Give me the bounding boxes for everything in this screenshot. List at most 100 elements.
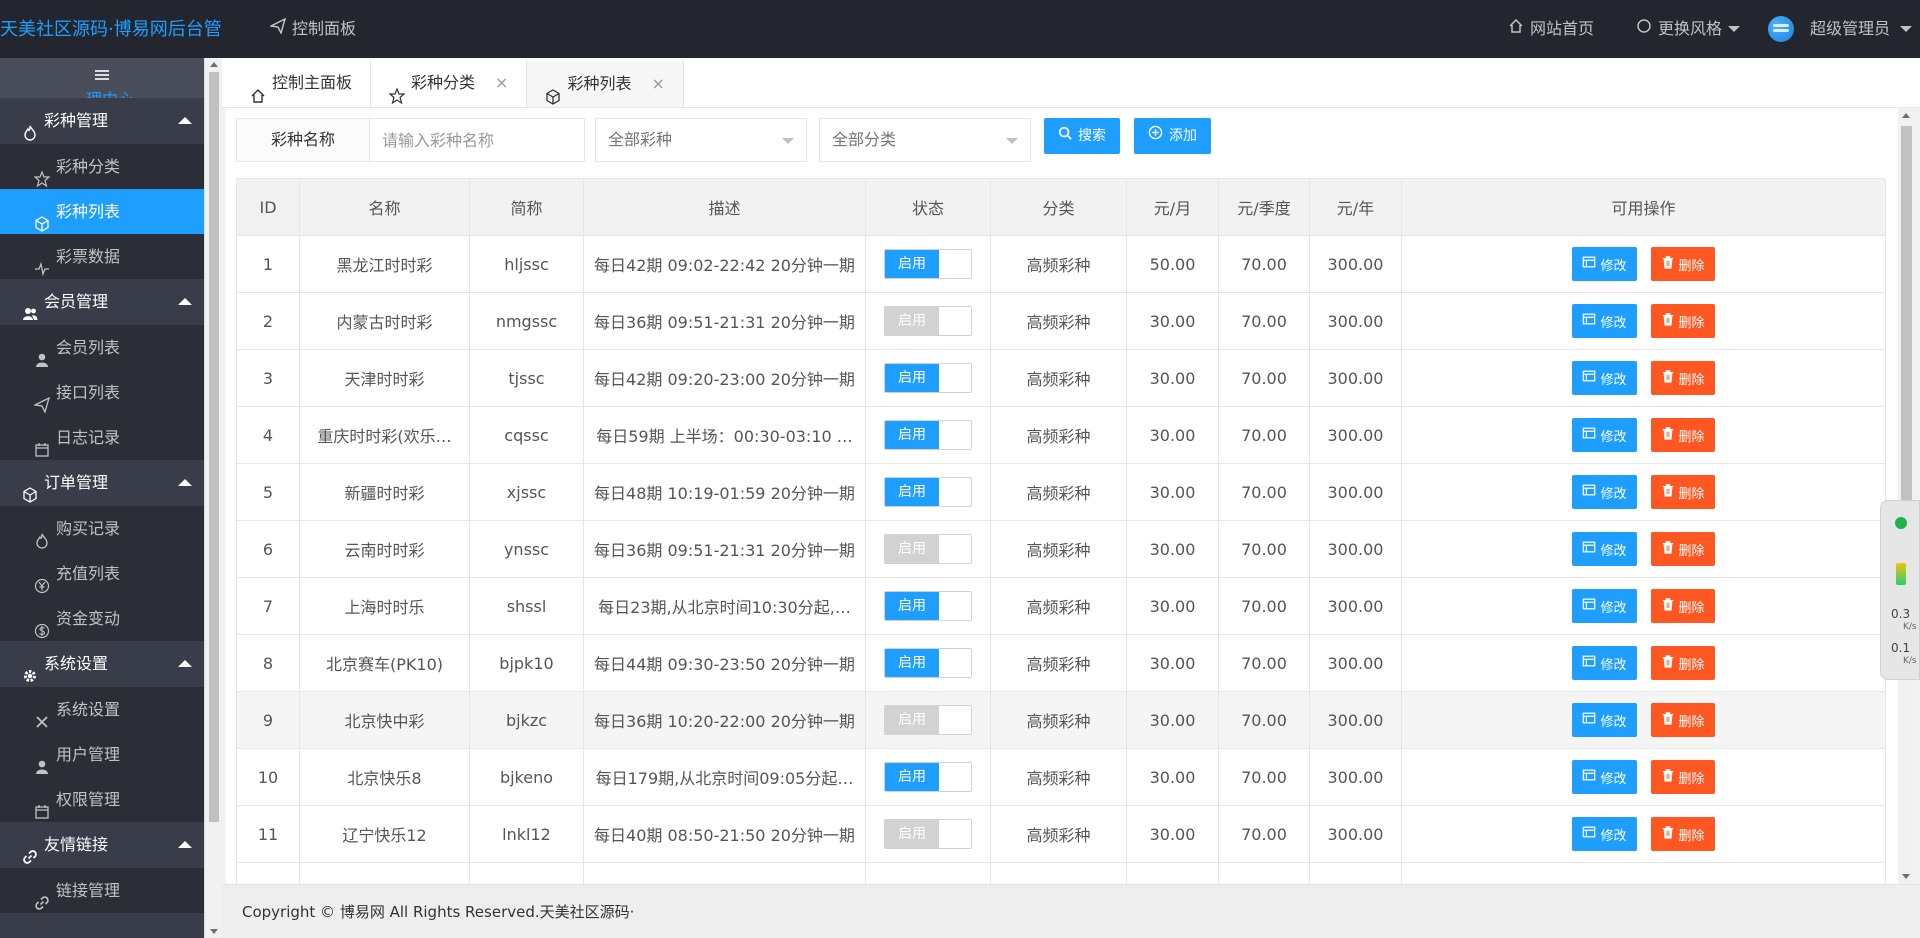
status-switch[interactable]: 启用 — [884, 477, 972, 507]
sidebar-group-lottery[interactable]: 彩种管理 — [0, 98, 204, 144]
delete-button[interactable]: 删除 — [1650, 304, 1715, 338]
sidebar-item-permission-management[interactable]: 权限管理 — [0, 777, 204, 822]
search-button[interactable]: 搜索 — [1044, 118, 1120, 154]
chevron-up-icon — [178, 298, 192, 305]
sidebar-item-log[interactable]: 日志记录 — [0, 415, 204, 460]
main-scrollbar[interactable] — [1898, 108, 1915, 884]
close-icon[interactable]: × — [651, 60, 664, 108]
sidebar-item-system-settings[interactable]: 系统设置 — [0, 687, 204, 732]
sidebar-item-api-list[interactable]: 接口列表 — [0, 370, 204, 415]
network-speed-widget[interactable]: 0.3 K/s 0.1 K/s — [1880, 500, 1920, 680]
copyright-text: Copyright © 博易网 All Rights Reserved.天美社区… — [242, 903, 635, 921]
delete-button[interactable]: 删除 — [1650, 760, 1715, 794]
edit-button[interactable]: 修改 — [1572, 304, 1637, 338]
scroll-thumb[interactable] — [1901, 126, 1912, 511]
delete-button[interactable]: 删除 — [1650, 589, 1715, 623]
sidebar-group-links[interactable]: 友情链接 — [0, 822, 204, 868]
edit-button[interactable]: 修改 — [1572, 589, 1637, 623]
sidebar-toggle[interactable]: 理中心 — [0, 58, 204, 109]
sidebar-item-lottery-list[interactable]: 彩种列表 — [0, 189, 204, 234]
user-menu[interactable]: 超级管理员 — [1768, 0, 1913, 58]
sidebar-group-members[interactable]: 会员管理 — [0, 279, 204, 325]
status-switch[interactable]: 启用 — [884, 705, 972, 735]
link-icon — [22, 837, 38, 864]
status-switch[interactable]: 启用 — [884, 591, 972, 621]
edit-button[interactable]: 修改 — [1572, 760, 1637, 794]
site-home-link[interactable]: 网站首页 — [1508, 0, 1594, 58]
category-select[interactable]: 全部分类 — [819, 118, 1031, 162]
scroll-up-arrow[interactable] — [1902, 113, 1910, 118]
switch-label: 启用 — [885, 706, 939, 734]
delete-button[interactable]: 删除 — [1650, 703, 1715, 737]
sidebar-group-partial[interactable] — [0, 913, 204, 938]
edit-icon — [1582, 654, 1596, 672]
tab-dashboard[interactable]: 控制主面板 — [232, 59, 372, 107]
status-switch[interactable]: 启用 — [884, 249, 972, 279]
cell-status: 启用 — [865, 406, 991, 464]
th-quarter: 元/季度 — [1218, 178, 1310, 236]
status-switch[interactable]: 启用 — [884, 420, 972, 450]
delete-button[interactable]: 删除 — [1650, 817, 1715, 851]
scroll-up-arrow[interactable] — [210, 62, 218, 67]
edit-button[interactable]: 修改 — [1572, 361, 1637, 395]
status-switch[interactable]: 启用 — [884, 762, 972, 792]
lottery-type-select[interactable]: 全部彩种 — [595, 118, 807, 162]
delete-label: 删除 — [1678, 258, 1705, 274]
delete-button[interactable]: 删除 — [1650, 247, 1715, 281]
download-unit: K/s — [1903, 656, 1917, 666]
tab-lottery-list[interactable]: 彩种列表 × — [527, 59, 684, 108]
delete-button[interactable]: 删除 — [1650, 418, 1715, 452]
scroll-down-arrow[interactable] — [210, 929, 218, 934]
cell-id: 10 — [236, 748, 300, 806]
status-switch[interactable]: 启用 — [884, 363, 972, 393]
status-switch[interactable]: 启用 — [884, 648, 972, 678]
cell-category: 高频彩种 — [990, 577, 1127, 635]
cell-id: 7 — [236, 577, 300, 635]
cell-category: 高频彩种 — [990, 805, 1127, 863]
scroll-thumb[interactable] — [209, 72, 219, 822]
edit-button[interactable]: 修改 — [1572, 247, 1637, 281]
edit-button[interactable]: 修改 — [1572, 646, 1637, 680]
sidebar-item-recharge-list[interactable]: 充值列表 — [0, 551, 204, 596]
cell-year: 300.00 — [1309, 349, 1402, 407]
status-switch[interactable]: 启用 — [884, 534, 972, 564]
change-style-menu[interactable]: 更换风格 — [1636, 0, 1741, 58]
sidebar-item-member-list[interactable]: 会员列表 — [0, 325, 204, 370]
tab-lottery-category[interactable]: 彩种分类 × — [371, 59, 528, 107]
sidebar-item-link-management[interactable]: 链接管理 — [0, 868, 204, 913]
delete-button[interactable]: 删除 — [1650, 646, 1715, 680]
sidebar-item-fund-change[interactable]: 资金变动 — [0, 596, 204, 641]
sidebar-scrollbar[interactable] — [204, 58, 222, 938]
cube-icon — [22, 475, 38, 503]
edit-button[interactable]: 修改 — [1572, 418, 1637, 452]
sidebar-item-lottery-data[interactable]: 彩票数据 — [0, 234, 204, 279]
dashboard-link[interactable]: 控制面板 — [268, 0, 356, 58]
scroll-down-arrow[interactable] — [1902, 874, 1910, 879]
edit-button[interactable]: 修改 — [1572, 703, 1637, 737]
sidebar-group-settings[interactable]: 系统设置 — [0, 641, 204, 687]
delete-button[interactable]: 删除 — [1650, 532, 1715, 566]
cell-id: 4 — [236, 406, 300, 464]
close-icon[interactable]: × — [495, 59, 508, 107]
sidebar-group-label: 订单管理 — [44, 473, 109, 492]
sidebar-item-lottery-category[interactable]: 彩种分类 — [0, 144, 204, 189]
edit-button[interactable]: 修改 — [1572, 475, 1637, 509]
sidebar-item-user-management[interactable]: 用户管理 — [0, 732, 204, 777]
status-switch[interactable]: 启用 — [884, 819, 972, 849]
sidebar-item-purchase-log[interactable]: 购买记录 — [0, 506, 204, 551]
table-row: 3 天津时时彩 tjssc 每日42期 09:20-23:00 20分钟一期 启用 高频彩… — [236, 349, 1886, 407]
edit-button[interactable]: 修改 — [1572, 532, 1637, 566]
delete-button[interactable]: 删除 — [1650, 475, 1715, 509]
edit-button[interactable]: 修改 — [1572, 817, 1637, 851]
status-switch[interactable]: 启用 — [884, 306, 972, 336]
add-button[interactable]: 添加 — [1134, 118, 1211, 154]
search-icon — [1058, 118, 1072, 154]
cell-desc: 每日23期,从北京时间10:30分起,… — [583, 577, 866, 635]
cell-quarter: 70.00 — [1218, 748, 1310, 806]
cell-name: 北京快中彩 — [299, 691, 470, 749]
delete-button[interactable]: 删除 — [1650, 361, 1715, 395]
sidebar-group-orders[interactable]: 订单管理 — [0, 460, 204, 506]
site-logo[interactable]: 天美社区源码·博易网后台管 — [0, 0, 222, 58]
table-row: 6 云南时时彩 ynssc 每日36期 09:51-21:31 20分钟一期 启用 高频彩… — [236, 520, 1886, 578]
search-input[interactable] — [369, 118, 585, 162]
